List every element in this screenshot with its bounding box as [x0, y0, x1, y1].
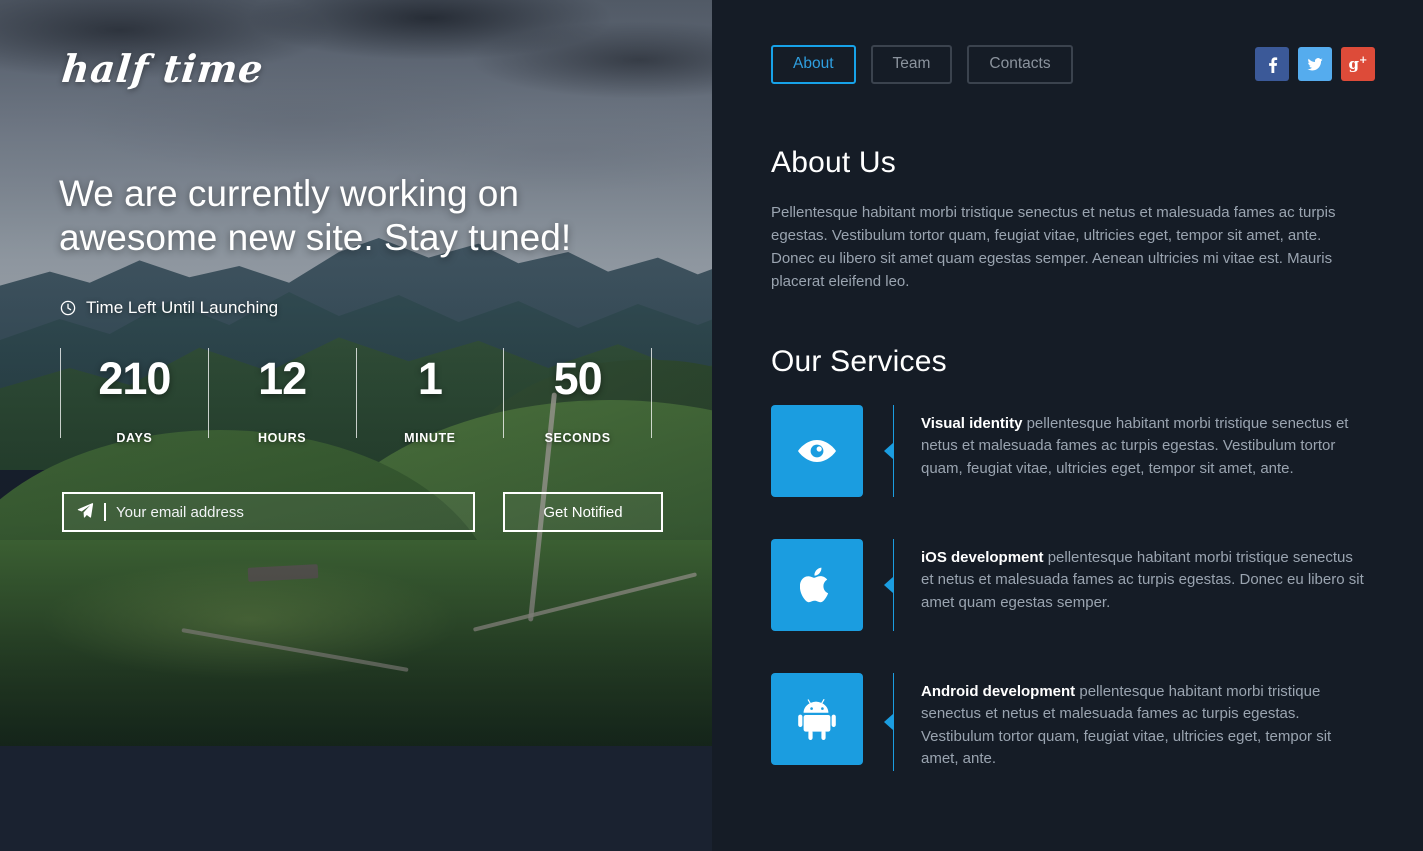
android-icon[interactable] — [771, 672, 863, 765]
connector-bar — [893, 538, 894, 631]
countdown-value: 210 — [98, 353, 171, 404]
connector-bar — [893, 672, 894, 771]
countdown-value: 1 — [417, 353, 443, 404]
countdown-label: SECONDS — [544, 431, 611, 445]
content-panel: About Team Contacts g+ About Us Pellente… — [712, 0, 1423, 851]
service-connector — [884, 538, 921, 631]
service-heading: Android development — [921, 682, 1076, 700]
services-title: Our Services — [771, 344, 947, 378]
connector-arrow-icon — [884, 576, 893, 593]
about-body: Pellentesque habitant morbi tristique se… — [771, 204, 1336, 290]
paper-plane-icon — [76, 501, 94, 524]
subscribe-form: Get Notified — [62, 492, 663, 532]
countdown-label: DAYS — [116, 431, 153, 445]
nav-tab-about[interactable]: About — [771, 44, 856, 84]
connector-bar — [893, 404, 894, 497]
hero-headline: We are currently working on awesome new … — [59, 173, 572, 258]
connector-arrow-icon — [884, 713, 893, 730]
countdown-label: MINUTE — [404, 431, 456, 445]
top-bar: About Team Contacts g+ — [771, 44, 1375, 84]
apple-icon[interactable] — [771, 538, 863, 631]
countdown-cell-minutes: 1 MINUTE — [355, 348, 504, 445]
service-description: Visual identity pellentesque habitant mo… — [921, 405, 1368, 497]
service-heading: iOS development — [921, 548, 1044, 566]
service-item-android-development: Android development pellentesque habitan… — [771, 672, 1375, 771]
twitter-icon[interactable] — [1298, 47, 1332, 81]
eye-icon[interactable] — [771, 404, 863, 497]
connector-arrow-icon — [884, 442, 893, 459]
service-item-ios-development: iOS development pellentesque habitant mo… — [771, 538, 1375, 631]
main-nav: About Team Contacts — [771, 44, 1073, 84]
email-input[interactable] — [116, 503, 461, 521]
service-heading: Visual identity — [921, 414, 1023, 432]
get-notified-button[interactable]: Get Notified — [503, 492, 663, 532]
countdown-caption: Time Left Until Launching — [60, 298, 278, 318]
countdown-value: 50 — [553, 353, 603, 404]
nav-tab-team[interactable]: Team — [870, 44, 953, 84]
email-field-wrapper[interactable] — [62, 492, 475, 532]
countdown-label: HOURS — [258, 431, 307, 445]
nav-tab-contacts[interactable]: Contacts — [967, 44, 1073, 84]
service-connector — [884, 672, 921, 771]
social-links: g+ — [1255, 47, 1375, 81]
hero-section: half time We are currently working on aw… — [0, 0, 712, 851]
service-description: iOS development pellentesque habitant mo… — [921, 539, 1368, 631]
google-plus-icon[interactable]: g+ — [1341, 47, 1375, 81]
countdown-cell-hours: 12 HOURS — [207, 348, 356, 445]
countdown-cell-days: 210 DAYS — [60, 348, 208, 445]
service-description: Android development pellentesque habitan… — [921, 673, 1368, 771]
service-connector — [884, 404, 921, 497]
countdown-caption-label: Time Left Until Launching — [86, 298, 279, 317]
service-item-visual-identity: Visual identity pellentesque habitant mo… — [771, 404, 1375, 497]
facebook-icon[interactable] — [1255, 47, 1289, 81]
countdown-timer: 210 DAYS 12 HOURS 1 MINUTE 50 SECONDS — [60, 348, 652, 445]
countdown-cell-seconds: 50 SECONDS — [503, 348, 651, 445]
about-title: About Us — [771, 146, 896, 179]
field-caret — [104, 503, 106, 521]
landing-page: half time We are currently working on aw… — [0, 0, 1423, 851]
hero-content: half time We are currently working on aw… — [0, 0, 712, 851]
clock-icon — [60, 300, 76, 316]
brand-logo[interactable]: half time — [60, 46, 266, 91]
countdown-value: 12 — [258, 353, 307, 404]
